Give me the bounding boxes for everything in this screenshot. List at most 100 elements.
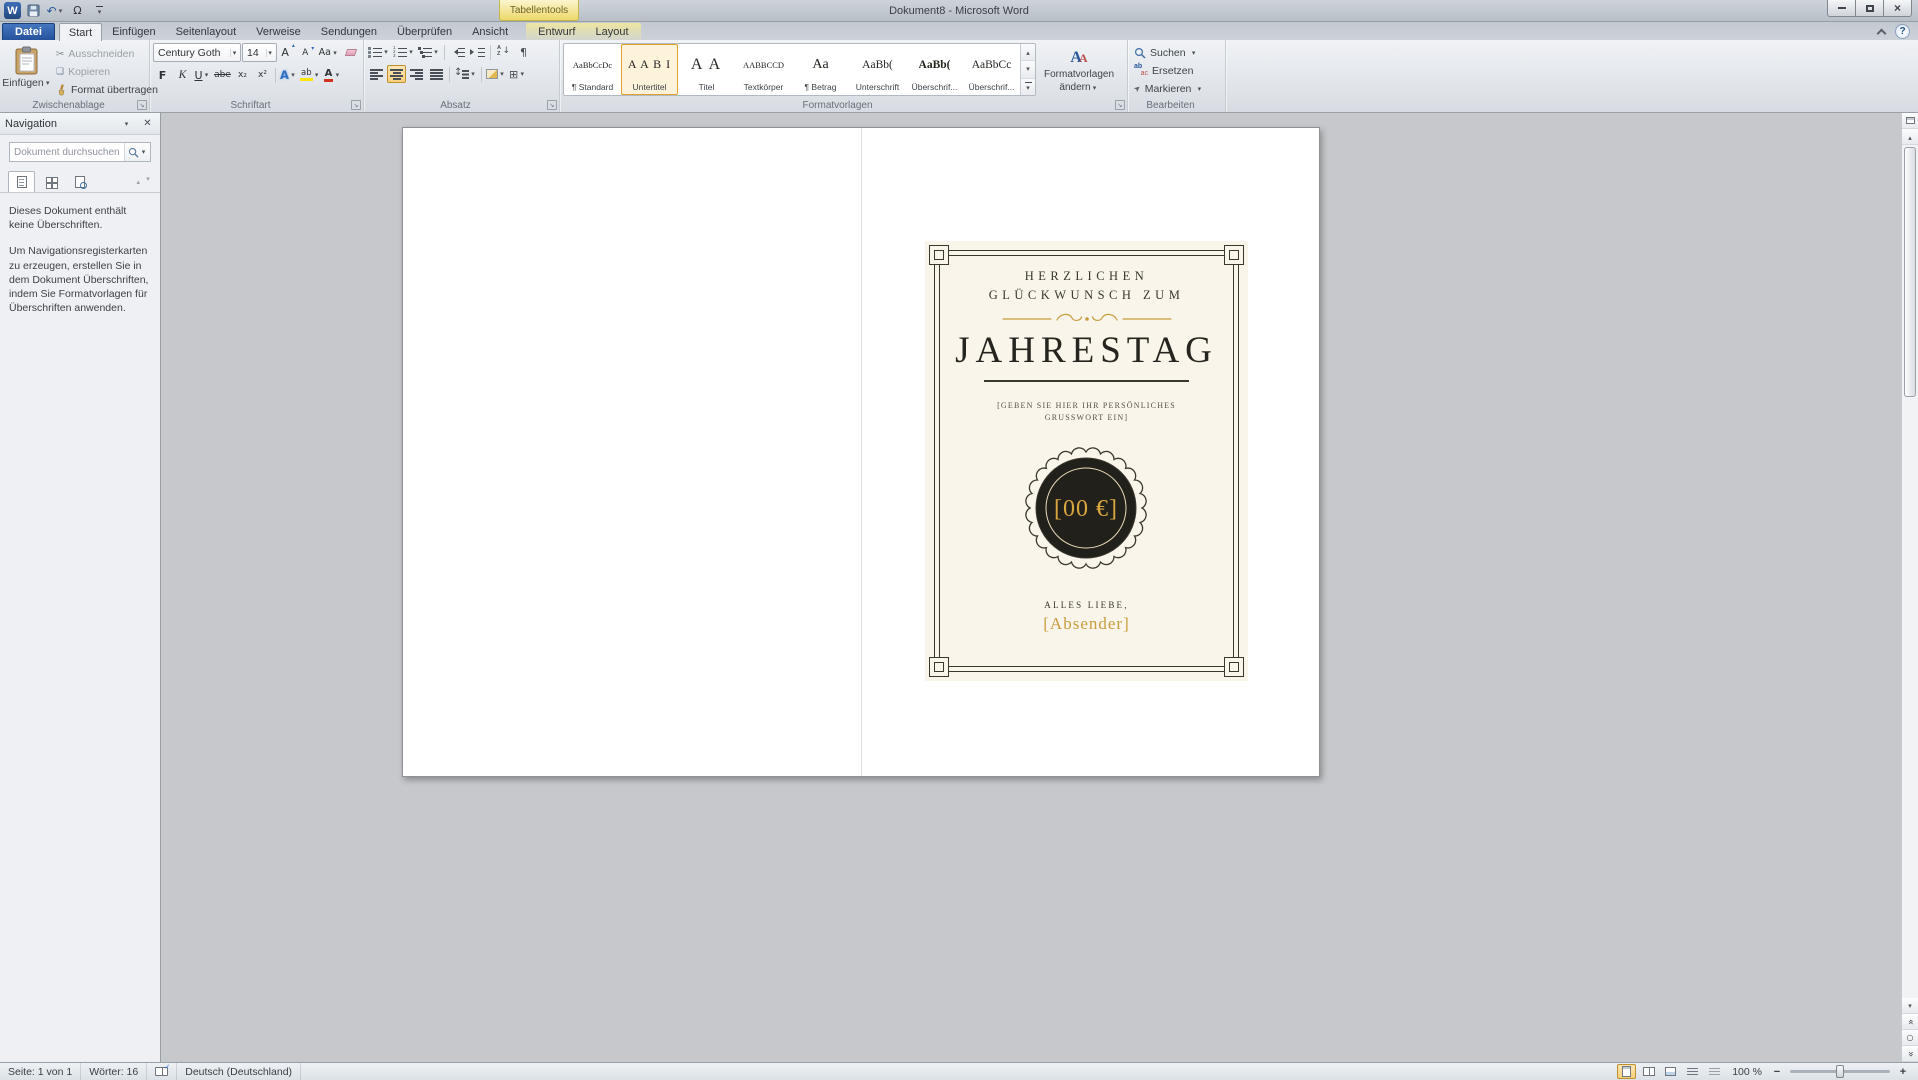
- search-button[interactable]: [124, 143, 150, 161]
- next-result-icon[interactable]: [144, 175, 152, 187]
- bullets-button[interactable]: [367, 43, 391, 61]
- style-card-standard[interactable]: AaBbCcDc ¶ Standard: [564, 44, 621, 95]
- tab-sendungen[interactable]: Sendungen: [311, 23, 387, 40]
- decrease-indent-button[interactable]: [448, 43, 467, 61]
- scrollbar-thumb[interactable]: [1904, 147, 1916, 397]
- borders-button[interactable]: ⊞: [508, 65, 527, 83]
- zoom-slider[interactable]: [1790, 1065, 1890, 1078]
- superscript-button[interactable]: x²: [253, 66, 272, 84]
- styles-dialog-launcher[interactable]: [1115, 100, 1125, 110]
- font-dialog-launcher[interactable]: [351, 100, 361, 110]
- italic-button[interactable]: K: [173, 66, 192, 84]
- change-case-button[interactable]: Aa: [318, 44, 340, 62]
- style-card-betrag[interactable]: Aa ¶ Betrag: [792, 44, 849, 95]
- zoom-out-button[interactable]: −: [1770, 1065, 1784, 1079]
- style-card-titel[interactable]: A A Titel: [678, 44, 735, 95]
- change-styles-button[interactable]: AA Formatvorlagen ändern: [1040, 43, 1118, 98]
- strikethrough-button[interactable]: abe: [213, 66, 232, 84]
- tab-einfuegen[interactable]: Einfügen: [102, 23, 165, 40]
- page-count-status[interactable]: Seite: 1 von 1: [0, 1063, 82, 1080]
- card-title[interactable]: JAHRESTAG: [925, 329, 1248, 372]
- tab-layout[interactable]: Layout: [585, 23, 638, 40]
- previous-page-button[interactable]: «: [1902, 1014, 1918, 1030]
- align-center-button[interactable]: [387, 65, 406, 83]
- proofing-status[interactable]: [147, 1063, 178, 1080]
- zoom-in-button[interactable]: +: [1896, 1065, 1910, 1079]
- increase-indent-button[interactable]: [468, 43, 487, 61]
- find-button[interactable]: Suchen: [1131, 44, 1222, 61]
- next-page-button[interactable]: »: [1902, 1046, 1918, 1062]
- nav-tab-results[interactable]: [66, 171, 93, 192]
- bold-button[interactable]: F: [153, 66, 172, 84]
- web-layout-view-button[interactable]: [1661, 1064, 1680, 1079]
- tab-start[interactable]: Start: [58, 23, 103, 41]
- outline-view-button[interactable]: [1683, 1064, 1702, 1079]
- tab-datei[interactable]: Datei: [2, 23, 55, 40]
- card-note-line2[interactable]: GRUSSWORT EIN]: [925, 413, 1248, 422]
- align-left-button[interactable]: [367, 65, 386, 83]
- card-heading-line2[interactable]: GLÜCKWUNSCH ZUM: [925, 288, 1248, 303]
- minimize-button[interactable]: [1827, 0, 1856, 17]
- tab-ueberpruefen[interactable]: Überprüfen: [387, 23, 462, 40]
- card-note-line1[interactable]: [GEBEN SIE HIER IHR PERSÖNLICHES: [925, 401, 1248, 410]
- format-painter-button[interactable]: Format übertragen: [53, 81, 161, 98]
- line-spacing-button[interactable]: [453, 65, 478, 83]
- navigation-pane-close-button[interactable]: ✕: [140, 116, 155, 131]
- previous-result-icon[interactable]: [136, 175, 140, 187]
- scroll-up-button[interactable]: [1902, 129, 1918, 145]
- underline-button[interactable]: U: [193, 66, 212, 84]
- nav-tab-headings[interactable]: [8, 171, 35, 192]
- style-card-ueberschrift2[interactable]: AaBbCc Überschrif...: [963, 44, 1020, 95]
- fullscreen-reading-view-button[interactable]: [1639, 1064, 1658, 1079]
- vertical-scrollbar[interactable]: « ○ »: [1901, 113, 1918, 1062]
- search-input[interactable]: [10, 146, 124, 158]
- text-effects-button[interactable]: A: [279, 66, 298, 84]
- sort-button[interactable]: [494, 43, 513, 61]
- minimize-ribbon-icon[interactable]: [1876, 28, 1887, 39]
- font-size-combo[interactable]: 14: [242, 43, 277, 62]
- show-paragraph-marks-button[interactable]: ¶: [514, 43, 533, 61]
- help-icon[interactable]: ?: [1895, 24, 1910, 39]
- paragraph-dialog-launcher[interactable]: [547, 100, 557, 110]
- document-page[interactable]: HERZLICHEN GLÜCKWUNSCH ZUM JAHRESTAG [GE…: [402, 127, 1320, 777]
- gallery-more-button[interactable]: [1021, 78, 1035, 95]
- select-button[interactable]: ➤ Markieren: [1131, 80, 1222, 97]
- copy-button[interactable]: ❏ Kopieren: [53, 64, 161, 81]
- tab-seitenlayout[interactable]: Seitenlayout: [166, 23, 247, 40]
- card-heading-line1[interactable]: HERZLICHEN: [925, 269, 1248, 284]
- replace-button[interactable]: Ersetzen: [1131, 62, 1222, 79]
- tab-ansicht[interactable]: Ansicht: [462, 23, 518, 40]
- grow-font-button[interactable]: A: [278, 42, 297, 62]
- style-card-unterschrift[interactable]: AaBb( Unterschrift: [849, 44, 906, 95]
- style-card-textkoerper[interactable]: AABBCCD Textkörper: [735, 44, 792, 95]
- style-card-untertitel[interactable]: A A B I Untertitel: [621, 44, 678, 95]
- card-closing[interactable]: ALLES LIEBE,: [925, 600, 1248, 610]
- word-logo-icon[interactable]: W: [4, 2, 21, 19]
- gallery-scroll-up-button[interactable]: [1021, 44, 1035, 62]
- browse-object-button[interactable]: ○: [1902, 1030, 1918, 1046]
- clear-formatting-button[interactable]: [341, 44, 360, 62]
- font-family-combo[interactable]: Century Goth: [153, 43, 241, 62]
- gallery-scroll-down-button[interactable]: [1021, 61, 1035, 79]
- shrink-font-button[interactable]: A: [298, 44, 317, 62]
- scroll-down-button[interactable]: [1902, 998, 1918, 1014]
- symbol-button[interactable]: Ω: [68, 2, 87, 20]
- undo-button[interactable]: ↶: [46, 2, 65, 20]
- clipboard-dialog-launcher[interactable]: [137, 100, 147, 110]
- shading-button[interactable]: [485, 65, 507, 83]
- subscript-button[interactable]: x₂: [233, 66, 252, 84]
- ruler-toggle-button[interactable]: [1902, 113, 1918, 129]
- tab-verweise[interactable]: Verweise: [246, 23, 311, 40]
- justify-button[interactable]: [427, 65, 446, 83]
- card-sender[interactable]: [Absender]: [925, 614, 1248, 634]
- zoom-slider-thumb[interactable]: [1836, 1065, 1844, 1078]
- nav-tab-pages[interactable]: [37, 171, 64, 192]
- qat-customize-button[interactable]: [90, 2, 109, 20]
- multilevel-list-button[interactable]: [417, 43, 441, 61]
- numbering-button[interactable]: [392, 43, 416, 61]
- navigation-pane-menu-button[interactable]: [119, 116, 134, 131]
- style-card-ueberschrift1[interactable]: AaBb( Überschrif...: [906, 44, 963, 95]
- language-status[interactable]: Deutsch (Deutschland): [177, 1063, 302, 1080]
- amount-seal[interactable]: [00 €]: [1019, 441, 1153, 575]
- print-layout-view-button[interactable]: [1617, 1064, 1637, 1079]
